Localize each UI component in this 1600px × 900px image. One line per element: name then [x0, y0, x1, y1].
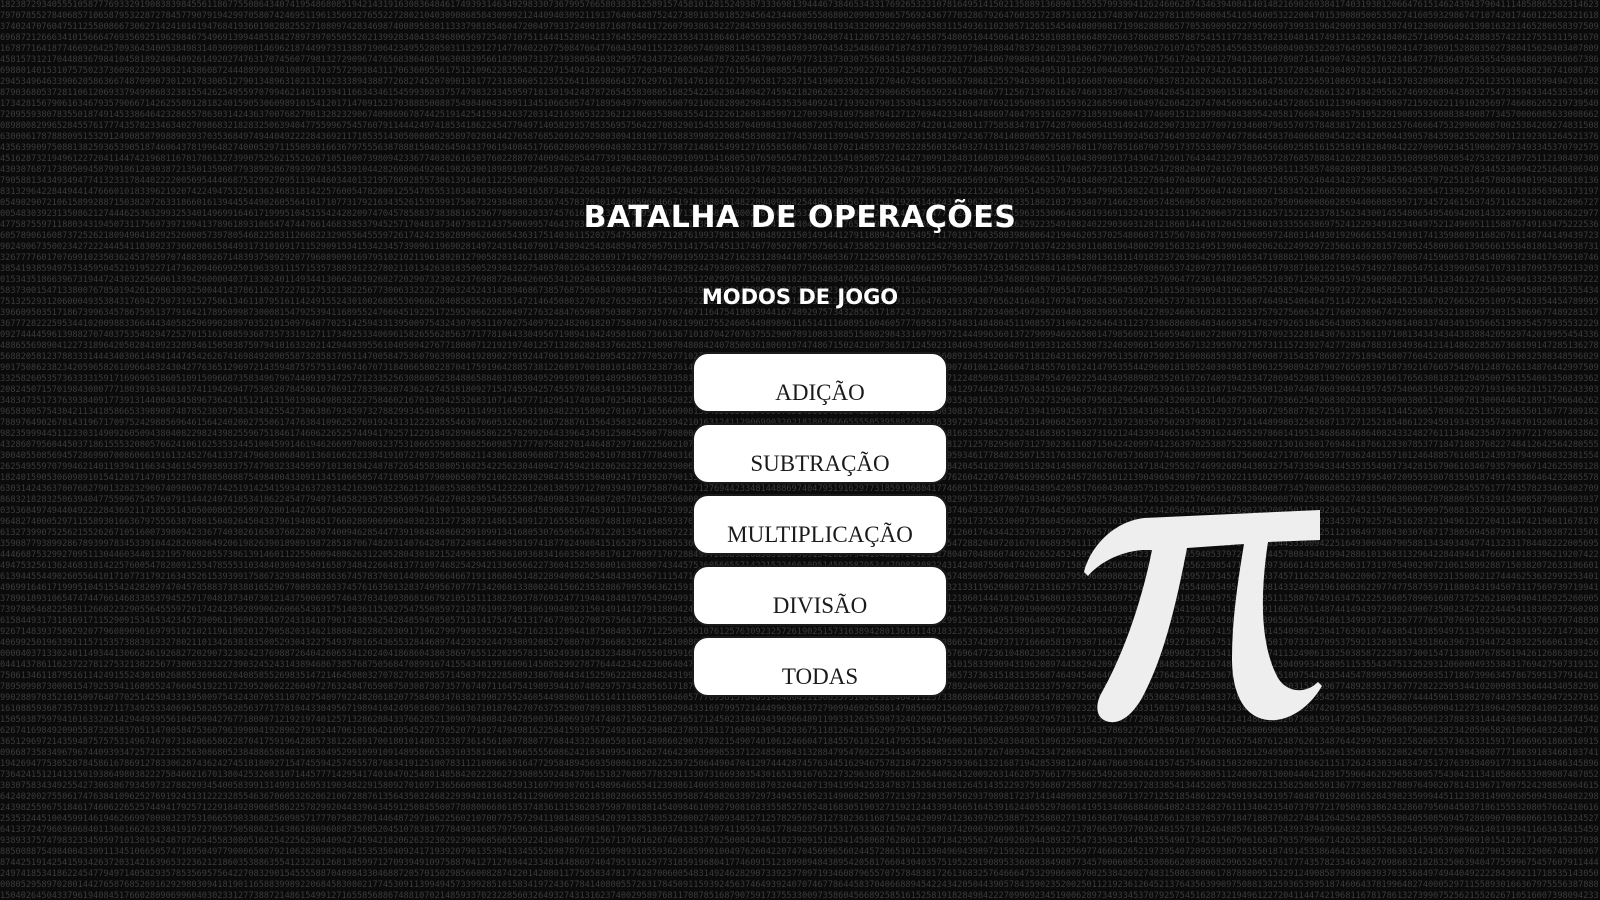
game-modes-heading: MODOS DE JOGO [701, 285, 899, 309]
mode-division-button[interactable]: DIVISÃO [692, 565, 948, 626]
pi-icon [1084, 510, 1322, 723]
mode-addition-button[interactable]: ADIÇÃO [692, 352, 948, 413]
mode-multiplication-button[interactable]: MULTIPLICAÇÃO [692, 494, 948, 555]
game-modes-menu: ADIÇÃO SUBTRAÇÃO MULTIPLICAÇÃO DIVISÃO T… [692, 352, 948, 707]
mode-all-button[interactable]: TODAS [692, 636, 948, 697]
game-title: BATALHA DE OPERAÇÕES [583, 200, 1017, 235]
main-menu-screen: 1823872934055510587776933291908383984556… [0, 0, 1600, 900]
mode-subtraction-button[interactable]: SUBTRAÇÃO [692, 423, 948, 484]
